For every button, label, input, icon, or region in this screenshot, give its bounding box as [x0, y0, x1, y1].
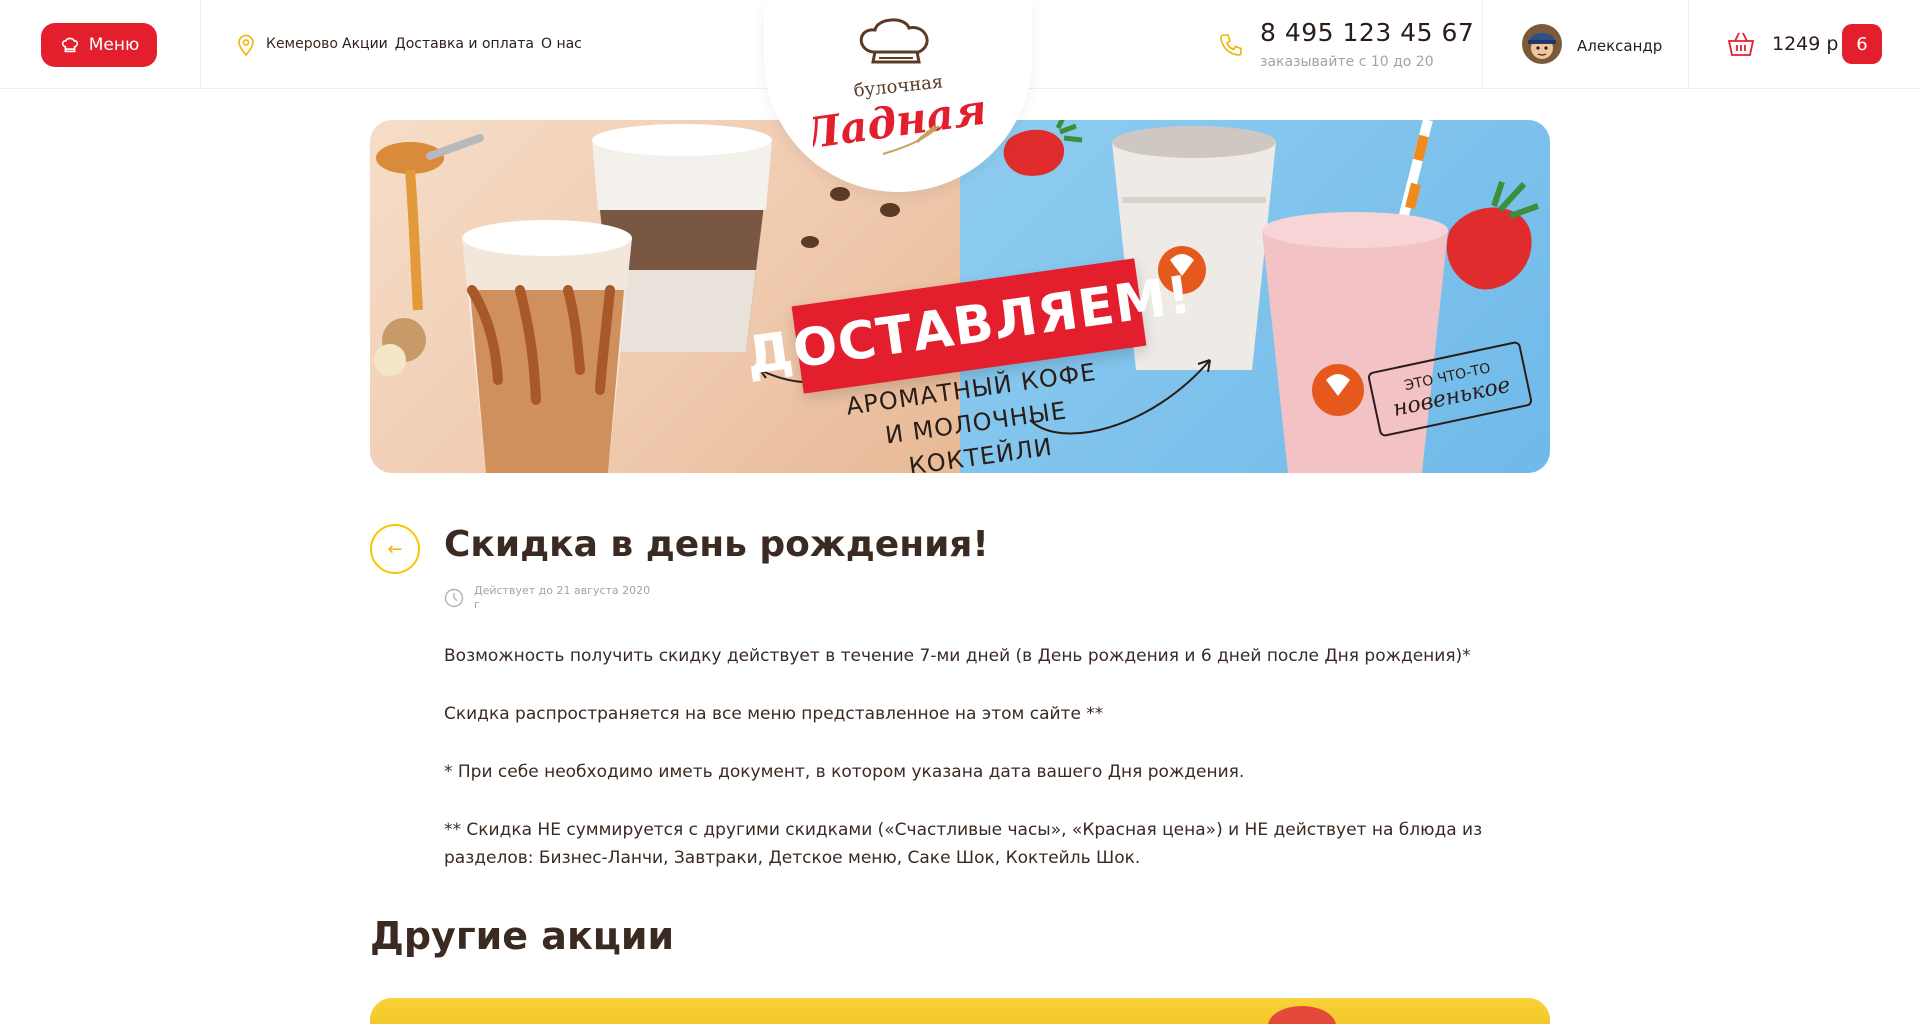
cart-count-badge[interactable]: 6	[1842, 24, 1882, 64]
chef-hat-icon	[61, 37, 78, 53]
promo-card-image	[1268, 1006, 1336, 1024]
cart-total[interactable]: 1249 р	[1772, 33, 1838, 55]
menu-button-label: Меню	[88, 35, 140, 55]
menu-button[interactable]: Меню	[41, 23, 157, 67]
page-title: Скидка в день рождения!	[444, 524, 989, 565]
city-selector[interactable]: Кемерово	[266, 36, 338, 52]
divider	[1482, 0, 1483, 89]
other-promos-title: Другие акции	[370, 914, 675, 958]
phone-hours: заказывайте с 10 до 20	[1260, 54, 1434, 70]
user-name[interactable]: Александр	[1577, 37, 1662, 55]
cart-icon[interactable]	[1726, 30, 1756, 58]
nav-link-promos[interactable]: Акции	[342, 36, 388, 52]
divider	[1688, 0, 1689, 89]
nav-link-delivery[interactable]: Доставка и оплата	[395, 36, 534, 52]
top-nav: Кемерово Акции Доставка и оплата О нас	[266, 36, 589, 52]
article-paragraph: Скидка распространяется на все меню пред…	[444, 704, 1104, 724]
nav-link-about[interactable]: О нас	[541, 36, 582, 52]
phone-icon	[1220, 34, 1242, 56]
clock-icon	[444, 588, 464, 608]
back-button[interactable]: ←	[370, 524, 420, 574]
article-paragraph: ** Скидка НЕ суммируется с другими скидк…	[444, 820, 1483, 868]
article-paragraph: * При себе необходимо иметь документ, в …	[444, 762, 1245, 782]
logo-emblem: булочная Ладная	[813, 18, 983, 160]
promo-card[interactable]	[370, 998, 1550, 1024]
divider	[200, 0, 201, 89]
phone-number[interactable]: 8 495 123 45 67	[1260, 18, 1474, 47]
avatar[interactable]	[1522, 24, 1562, 64]
article-paragraph: Возможность получить скидку действует в …	[444, 646, 1471, 666]
logo-text-main: Ладная	[813, 85, 983, 160]
arrow-left-icon: ←	[387, 538, 403, 560]
validity-date: Действует до 21 августа 2020 г	[474, 584, 651, 611]
location-pin-icon	[238, 34, 254, 56]
